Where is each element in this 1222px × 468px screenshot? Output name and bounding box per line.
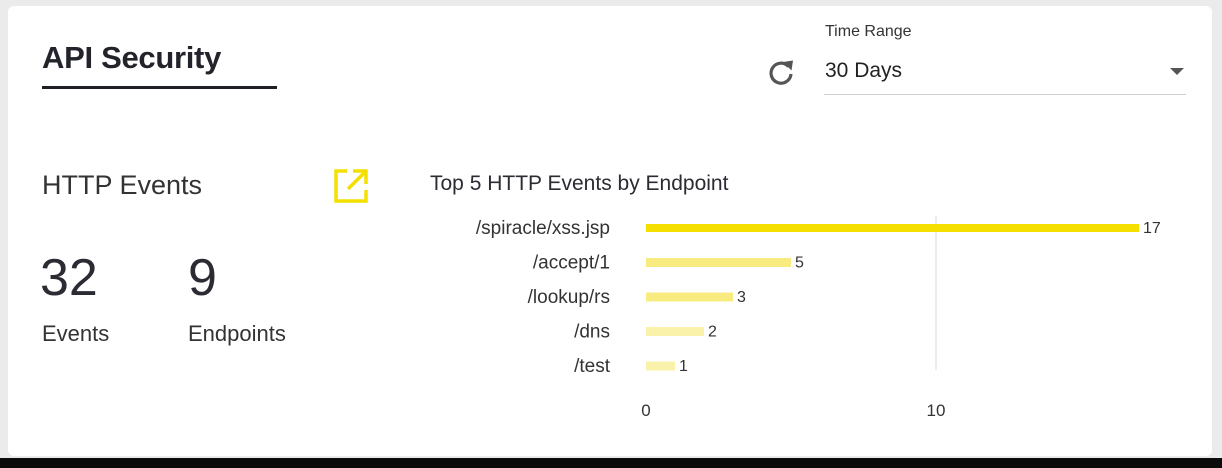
bottom-bar <box>0 458 1222 468</box>
data-label: 17 <box>1143 220 1161 237</box>
bar <box>646 327 704 336</box>
category-label: /accept/1 <box>533 253 610 274</box>
bar <box>646 224 1139 232</box>
category-label: /lookup/rs <box>528 287 610 308</box>
category-label: /spiracle/xss.jsp <box>476 218 610 239</box>
category-label: /test <box>574 356 611 377</box>
data-label: 5 <box>795 255 804 272</box>
api-security-card: API Security Time Range 30 Days HTTP Eve… <box>8 6 1212 456</box>
data-label: 1 <box>679 358 688 375</box>
category-label: /dns <box>574 322 610 343</box>
bar <box>646 258 791 267</box>
bar <box>646 361 675 371</box>
data-label: 2 <box>708 324 717 341</box>
bar <box>646 292 733 302</box>
data-label: 3 <box>737 289 746 306</box>
x-tick-label: 10 <box>927 401 946 420</box>
endpoint-bar-chart: 0 10/spiracle/xss.jsp 17/accept/1 5/lookup/… <box>476 216 1161 420</box>
x-tick-label: 0 <box>641 401 650 420</box>
